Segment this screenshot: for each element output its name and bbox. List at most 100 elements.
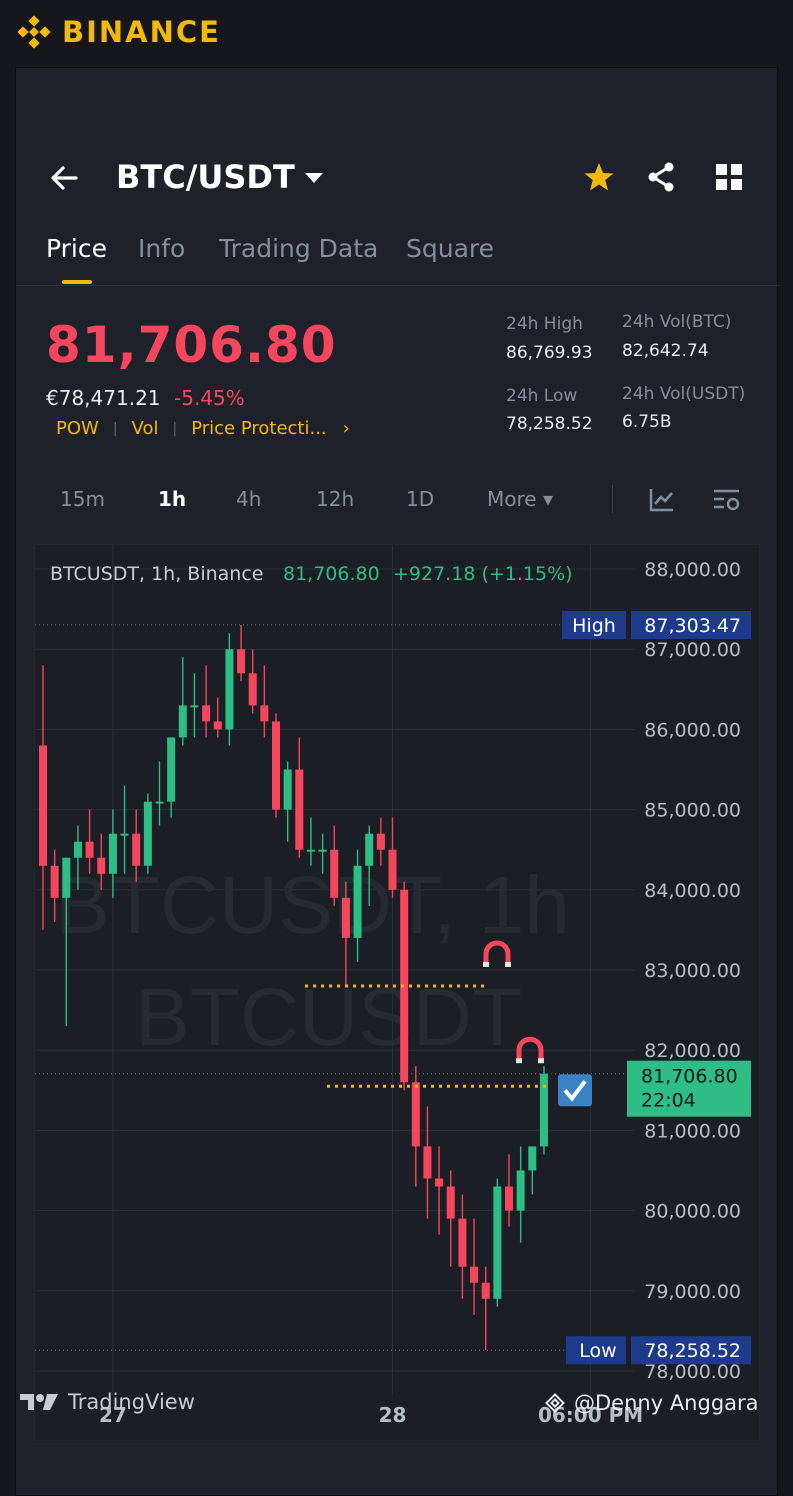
price-chart[interactable]: BTCUSDT, 1h BTCUSDT High 87,303.47 Low 78,2…	[34, 544, 760, 1441]
legend-price: 81,706.80	[283, 563, 380, 585]
pair-title: BTC/USDT	[116, 158, 295, 196]
pair-selector[interactable]: BTC/USDT	[116, 158, 323, 196]
candle-body[interactable]	[97, 857, 106, 874]
interval-1h[interactable]: 1h	[158, 487, 186, 511]
chevron-down-icon	[304, 173, 323, 183]
vol-usdt-label: 24h Vol(USDT)	[622, 384, 746, 404]
checkbox-icon[interactable]	[558, 1074, 592, 1107]
candle-body[interactable]	[470, 1266, 479, 1283]
y-tick-label: 78,000.00	[644, 1361, 741, 1383]
magnet-tip-right	[505, 961, 511, 967]
y-tick-label: 87,000.00	[644, 639, 741, 661]
binance-logo[interactable]: BINANCE	[16, 14, 221, 50]
low-value: 78,258.52	[644, 1340, 741, 1362]
candle-body[interactable]	[423, 1146, 432, 1179]
active-tab-indicator	[62, 280, 92, 284]
candle-body[interactable]	[50, 865, 59, 898]
tab-trading-data[interactable]: Trading Data	[219, 234, 378, 263]
tradingview-logo-icon	[20, 1394, 58, 1410]
candle-body[interactable]	[493, 1186, 502, 1299]
tag-price-protection[interactable]: Price Protecti...	[191, 418, 326, 439]
tradingview-attribution[interactable]: TradingView	[20, 1390, 195, 1414]
candle-body[interactable]	[248, 673, 257, 706]
tag-vol[interactable]: Vol	[132, 418, 159, 439]
interval-15m[interactable]: 15m	[60, 487, 105, 511]
watermark-line-1: BTCUSDT, 1h	[55, 860, 570, 951]
y-tick-label: 88,000.00	[644, 559, 741, 581]
candlestick-chart[interactable]: BTCUSDT, 1h BTCUSDT High 87,303.47 Low 78,2…	[35, 545, 761, 1442]
tag-pow[interactable]: POW	[56, 418, 99, 439]
candle-body[interactable]	[318, 849, 327, 852]
candle-body[interactable]	[283, 769, 292, 810]
author-watermark: @Denny Anggara	[542, 1390, 759, 1416]
fiat-price: €78,471.21	[46, 386, 161, 410]
interval-4h[interactable]: 4h	[236, 487, 261, 511]
y-tick-label: 85,000.00	[644, 800, 741, 822]
candle-body[interactable]	[528, 1146, 537, 1171]
tab-price[interactable]: Price	[46, 234, 107, 263]
vol-btc-value: 82,642.74	[622, 341, 709, 361]
y-tick-label: 80,000.00	[644, 1201, 741, 1223]
low-value: 78,258.52	[506, 414, 593, 434]
magnet-icon[interactable]	[516, 1036, 544, 1064]
watermark-line-2: BTCUSDT	[135, 972, 522, 1063]
y-tick-label: 79,000.00	[644, 1281, 741, 1303]
candle-body[interactable]	[505, 1186, 513, 1211]
candle-body[interactable]	[516, 1170, 525, 1211]
candle-body[interactable]	[213, 721, 222, 730]
candle-body[interactable]	[143, 801, 152, 866]
candle-body[interactable]	[132, 833, 141, 866]
candle-body[interactable]	[85, 841, 94, 858]
candle-body[interactable]	[260, 705, 269, 722]
vol-btc-label: 24h Vol(BTC)	[622, 312, 732, 332]
interval-more[interactable]: More ▾	[487, 487, 553, 511]
candle-body[interactable]	[539, 1073, 548, 1147]
candle-body[interactable]	[237, 649, 246, 674]
candle-body[interactable]	[225, 649, 234, 730]
candle-body[interactable]	[306, 849, 315, 852]
candle-body[interactable]	[202, 705, 211, 722]
legend-change: +927.18 (+1.15%)	[393, 563, 573, 585]
candle-body[interactable]	[190, 705, 199, 708]
chevron-right-icon[interactable]: ›	[343, 418, 350, 439]
tag-row: POW | Vol | Price Protecti... ›	[56, 418, 350, 439]
chart-settings-icon[interactable]	[712, 487, 742, 513]
candle-body[interactable]	[272, 721, 280, 810]
candle-body[interactable]	[481, 1282, 490, 1299]
candle-body[interactable]	[62, 857, 71, 898]
candle-body[interactable]	[108, 833, 117, 874]
candle-body[interactable]	[39, 745, 47, 866]
market-panel: BTC/USDT Price Info Trading Data Square …	[15, 67, 779, 1496]
magnet-tip-left	[483, 961, 489, 967]
chart-grid	[35, 545, 635, 1395]
share-icon[interactable]	[644, 160, 678, 194]
main-tabs: Price Info Trading Data Square	[16, 228, 779, 286]
interval-1d[interactable]: 1D	[406, 487, 434, 511]
star-icon[interactable]	[582, 160, 616, 194]
tab-square[interactable]: Square	[406, 234, 494, 263]
candle-body[interactable]	[435, 1178, 444, 1187]
candle-body[interactable]	[388, 849, 397, 890]
candle-body[interactable]	[295, 769, 304, 850]
candle-body[interactable]	[341, 897, 350, 938]
tab-info[interactable]: Info	[138, 234, 185, 263]
change-percent: -5.45%	[174, 386, 245, 410]
candle-body[interactable]	[167, 737, 176, 802]
candle-body[interactable]	[330, 849, 339, 898]
indicator-icon[interactable]	[648, 487, 676, 513]
candle-body[interactable]	[353, 865, 362, 938]
candle-body[interactable]	[178, 705, 187, 738]
candle-body[interactable]	[376, 833, 385, 850]
binance-diamond-logo-icon	[17, 15, 51, 49]
candle-body[interactable]	[155, 801, 164, 804]
back-arrow-icon[interactable]	[46, 160, 82, 196]
candle-body[interactable]	[458, 1218, 467, 1267]
interval-12h[interactable]: 12h	[316, 487, 354, 511]
candle-body[interactable]	[446, 1186, 455, 1219]
candle-body[interactable]	[120, 833, 129, 836]
candle-body[interactable]	[73, 841, 82, 858]
high-value: 87,303.47	[644, 615, 741, 637]
candle-body[interactable]	[411, 1082, 420, 1147]
candle-body[interactable]	[365, 833, 374, 866]
grid-icon[interactable]	[712, 160, 746, 194]
